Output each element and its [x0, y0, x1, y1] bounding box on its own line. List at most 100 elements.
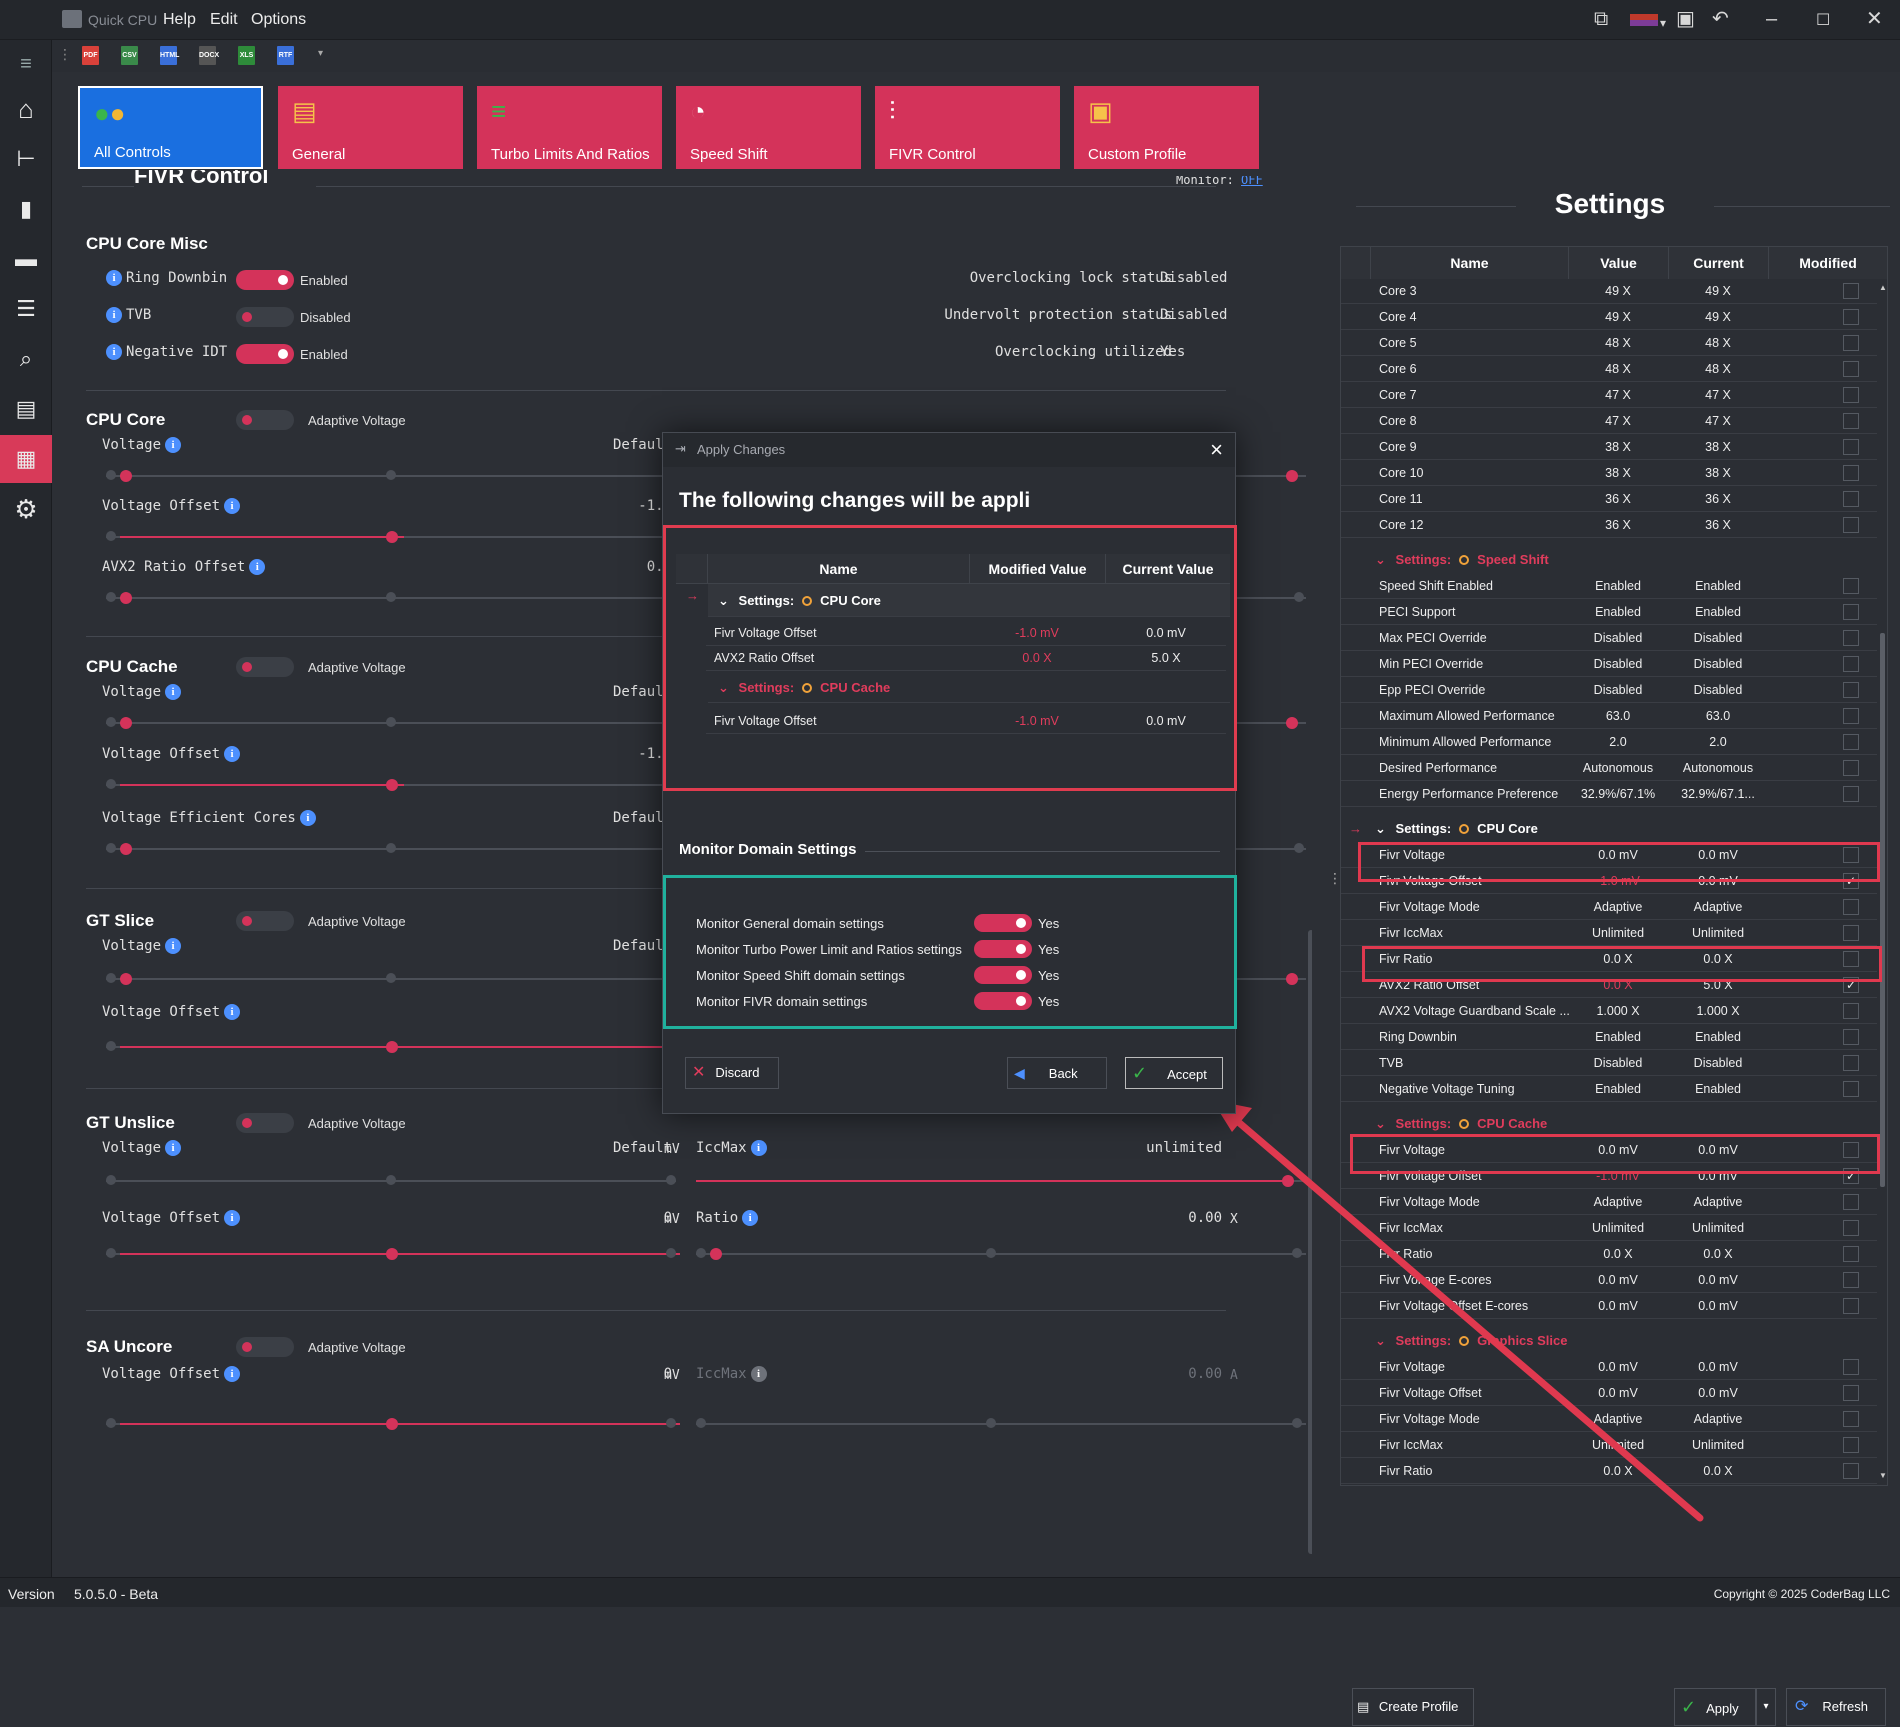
modified-checkbox[interactable]	[1843, 413, 1859, 429]
sa-uncore-offset-slider[interactable]	[106, 1418, 680, 1430]
modified-checkbox[interactable]	[1843, 1298, 1859, 1314]
modified-checkbox[interactable]	[1843, 387, 1859, 403]
settings-row[interactable]: Fivr Ratio 0.0 X 0.0 X	[1341, 1242, 1887, 1267]
info-icon[interactable]: i	[249, 559, 266, 575]
modified-checkbox[interactable]	[1843, 925, 1859, 941]
tab-custom-profile[interactable]: ▣ Custom Profile	[1074, 86, 1259, 169]
rtf-icon[interactable]: RTF	[277, 46, 294, 65]
document-search-icon[interactable]: ⌕	[0, 335, 52, 383]
info-icon[interactable]: i	[165, 437, 182, 453]
modified-checkbox[interactable]	[1843, 1385, 1859, 1401]
settings-row[interactable]: Core 4 49 X 49 X	[1341, 305, 1887, 330]
settings-row[interactable]: Fivr IccMax Unlimited Unlimited	[1341, 1216, 1887, 1241]
modified-checkbox[interactable]	[1843, 439, 1859, 455]
docx-icon[interactable]: DOCX	[199, 46, 219, 65]
settings-row[interactable]: Ring Downbin Enabled Enabled	[1341, 1025, 1887, 1050]
apply-button[interactable]: ✓ Apply	[1674, 1688, 1756, 1726]
info-icon[interactable]: i	[106, 270, 122, 286]
sa-uncore-adaptive-toggle[interactable]	[236, 1337, 294, 1357]
settings-row[interactable]: Desired Performance Autonomous Autonomous	[1341, 756, 1887, 781]
modified-checkbox[interactable]	[1843, 1081, 1859, 1097]
modified-checkbox[interactable]	[1843, 491, 1859, 507]
settings-row[interactable]: Minimum Allowed Performance 2.0 2.0	[1341, 730, 1887, 755]
chevron-down-icon[interactable]: ▾	[1660, 12, 1666, 34]
settings-row[interactable]: Negative Voltage Tuning Enabled Enabled	[1341, 1077, 1887, 1102]
menu-edit[interactable]: Edit	[210, 11, 238, 29]
pdf-icon[interactable]: PDF	[82, 46, 99, 65]
modified-checkbox[interactable]	[1843, 708, 1859, 724]
settings-row[interactable]: Fivr Voltage Mode Adaptive Adaptive	[1341, 1407, 1887, 1432]
modified-checkbox[interactable]	[1843, 309, 1859, 325]
modified-checkbox[interactable]	[1843, 682, 1859, 698]
settings-row[interactable]: Core 11 36 X 36 X	[1341, 487, 1887, 512]
modified-checkbox[interactable]	[1843, 1463, 1859, 1479]
col-modified-value[interactable]: Modified Value	[970, 554, 1106, 584]
monitor-general-toggle[interactable]	[974, 914, 1032, 932]
info-icon[interactable]: i	[224, 1004, 241, 1020]
info-icon[interactable]: i	[165, 938, 182, 954]
modified-checkbox[interactable]	[1843, 630, 1859, 646]
info-icon[interactable]: i	[299, 810, 316, 826]
modified-checkbox[interactable]	[1843, 517, 1859, 533]
settings-row[interactable]: Core 3 49 X 49 X	[1341, 279, 1887, 304]
bar-chart-icon[interactable]: ▮	[0, 185, 52, 233]
settings-row[interactable]: Fivr Voltage Offset 0.0 mV 0.0 mV	[1341, 1381, 1887, 1406]
undo-icon[interactable]: ↶	[1712, 8, 1729, 30]
cpu-core-offset-slider[interactable]	[106, 531, 676, 543]
settings-row[interactable]: TVB Disabled Disabled	[1341, 1051, 1887, 1076]
tab-speed-shift[interactable]: ◔ Speed Shift	[676, 86, 861, 169]
settings-group[interactable]: ⌄ Settings: Graphics Slice	[1341, 1328, 1887, 1358]
settings-row[interactable]: Fivr Voltage Mode Adaptive Adaptive	[1341, 1190, 1887, 1215]
info-icon[interactable]: i	[742, 1210, 759, 1226]
modified-checkbox[interactable]	[1843, 1246, 1859, 1262]
modified-checkbox[interactable]	[1843, 1437, 1859, 1453]
settings-row[interactable]: Fivr IccMax Unlimited Unlimited	[1341, 1433, 1887, 1458]
xls-icon[interactable]: XLS	[238, 46, 255, 65]
negative-idt-toggle[interactable]	[236, 344, 294, 364]
settings-row[interactable]: Fivr Voltage Mode Adaptive Adaptive	[1341, 895, 1887, 920]
info-icon[interactable]: i	[165, 684, 182, 700]
cpu-core-adaptive-toggle[interactable]	[236, 410, 294, 430]
settings-row[interactable]: Fivr Ratio 0.0 X 0.0 X	[1341, 1459, 1887, 1484]
tab-all-controls[interactable]: ●● All Controls	[78, 86, 263, 169]
settings-row[interactable]: Core 6 48 X 48 X	[1341, 357, 1887, 382]
menu-help[interactable]: Help	[163, 11, 196, 29]
settings-row[interactable]: Core 12 36 X 36 X	[1341, 513, 1887, 538]
settings-row[interactable]: Epp PECI Override Disabled Disabled	[1341, 678, 1887, 703]
minimize-icon[interactable]: –	[1766, 8, 1777, 30]
info-icon[interactable]: i	[750, 1140, 767, 1156]
monitor-speedshift-toggle[interactable]	[974, 966, 1032, 984]
modified-checkbox[interactable]	[1843, 899, 1859, 915]
settings-row[interactable]: Fivr Voltage E-cores 0.0 mV 0.0 mV	[1341, 1268, 1887, 1293]
tab-general[interactable]: ▤ General	[278, 86, 463, 169]
gt-unslice-adaptive-toggle[interactable]	[236, 1113, 294, 1133]
settings-row[interactable]: Speed Shift Enabled Enabled Enabled	[1341, 574, 1887, 599]
info-icon[interactable]: i	[224, 1210, 241, 1226]
toolbar-overflow-icon[interactable]: ▾	[318, 48, 323, 59]
back-button[interactable]: ◀ Back	[1007, 1057, 1107, 1089]
settings-row[interactable]: Maximum Allowed Performance 63.0 63.0	[1341, 704, 1887, 729]
modified-checkbox[interactable]	[1843, 656, 1859, 672]
cpu-cache-offset-slider[interactable]	[106, 779, 676, 791]
modified-checkbox[interactable]	[1843, 1194, 1859, 1210]
gt-unslice-iccmax-slider[interactable]	[696, 1175, 1306, 1187]
modified-checkbox[interactable]	[1843, 335, 1859, 351]
accept-button[interactable]: ✓ Accept	[1125, 1057, 1223, 1089]
tree-icon[interactable]: ⊢	[0, 135, 52, 183]
info-icon[interactable]: i	[224, 746, 241, 762]
col-current-value[interactable]: Current Value	[1106, 554, 1230, 584]
settings-row[interactable]: AVX2 Voltage Guardband Scale ... 1.000 X1…	[1341, 999, 1887, 1024]
hamburger-icon[interactable]: ≡	[0, 40, 52, 88]
col-name[interactable]: Name	[1371, 247, 1569, 279]
menu-options[interactable]: Options	[251, 11, 306, 29]
settings-row[interactable]: Fivr IccMax Unlimited Unlimited	[1341, 921, 1887, 946]
gt-slice-adaptive-toggle[interactable]	[236, 911, 294, 931]
modified-checkbox[interactable]	[1843, 604, 1859, 620]
refresh-button[interactable]: ⟳ Refresh	[1786, 1688, 1886, 1726]
settings-row[interactable]: Core 9 38 X 38 X	[1341, 435, 1887, 460]
info-icon[interactable]: i	[106, 307, 122, 323]
info-icon[interactable]: i	[106, 344, 122, 360]
maximize-icon[interactable]: ☐	[1816, 10, 1830, 32]
settings-row[interactable]: Fivr Voltage Offset E-cores 0.0 mV 0.0 mV	[1341, 1294, 1887, 1319]
gt-slice-offset-slider[interactable]	[106, 1041, 676, 1053]
